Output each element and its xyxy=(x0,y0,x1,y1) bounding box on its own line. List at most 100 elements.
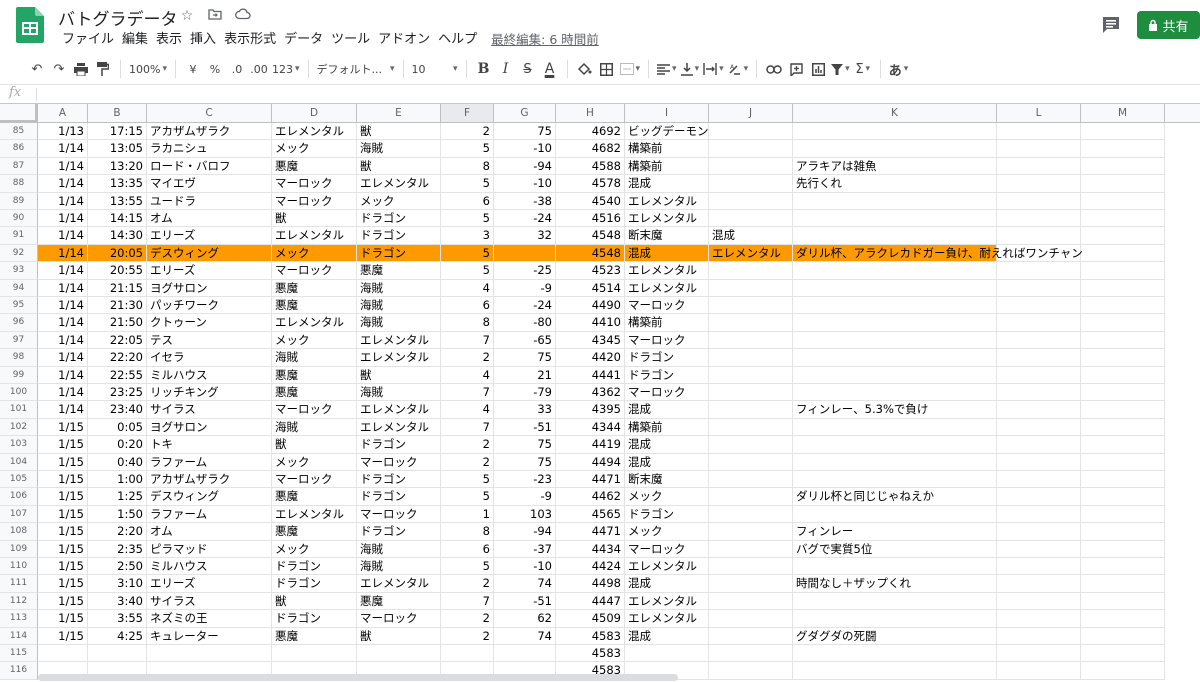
row-header[interactable]: 109 xyxy=(0,540,38,558)
cell-f93[interactable]: 5 xyxy=(441,262,494,280)
font-size-select[interactable]: 10 xyxy=(410,57,460,81)
cell-f98[interactable]: 2 xyxy=(441,349,494,367)
cell-j98[interactable] xyxy=(709,349,793,367)
cell-c106[interactable]: デスウィング xyxy=(147,488,272,506)
cell-e97[interactable]: エレメンタル xyxy=(357,331,441,350)
cell-g87[interactable]: -94 xyxy=(494,157,556,176)
row-header[interactable]: 90 xyxy=(0,210,38,228)
cell-h113[interactable]: 4509 xyxy=(556,610,625,628)
cell-i86[interactable]: 構築前 xyxy=(625,140,709,158)
cell-d111[interactable]: ドラゴン xyxy=(272,575,357,593)
vertical-align-icon[interactable] xyxy=(679,57,702,81)
cell-k115[interactable] xyxy=(793,645,997,663)
menu-addons[interactable]: アドオン xyxy=(374,31,434,49)
cell-l102[interactable] xyxy=(997,418,1081,437)
cell-h107[interactable]: 4565 xyxy=(556,505,625,524)
cell-m99[interactable] xyxy=(1081,366,1165,384)
insert-link-icon[interactable] xyxy=(763,57,785,81)
cell-d94[interactable]: 悪魔 xyxy=(272,279,357,297)
insert-comment-icon[interactable] xyxy=(785,57,807,81)
cell-b115[interactable] xyxy=(88,645,147,663)
cell-c114[interactable]: キュレーター xyxy=(147,627,272,645)
cell-h110[interactable]: 4424 xyxy=(556,558,625,576)
cell-b92[interactable]: 20:05 xyxy=(88,244,147,263)
cell-f96[interactable]: 8 xyxy=(441,314,494,332)
cell-h87[interactable]: 4588 xyxy=(556,157,625,176)
undo-icon[interactable]: ↶ xyxy=(26,57,48,81)
cell-i106[interactable]: メック xyxy=(625,488,709,506)
fill-color-icon[interactable] xyxy=(574,57,596,81)
cell-f99[interactable]: 4 xyxy=(441,366,494,384)
cell-c89[interactable]: ユードラ xyxy=(147,192,272,210)
row-header[interactable]: 108 xyxy=(0,523,38,541)
cell-b88[interactable]: 13:35 xyxy=(88,175,147,193)
cell-c104[interactable]: ラファーム xyxy=(147,453,272,471)
cell-b93[interactable]: 20:55 xyxy=(88,262,147,280)
cell-d103[interactable]: 獣 xyxy=(272,436,357,454)
cell-a87[interactable]: 1/14 xyxy=(38,157,88,176)
cell-d115[interactable] xyxy=(272,645,357,663)
row-header[interactable]: 95 xyxy=(0,297,38,315)
cell-m104[interactable] xyxy=(1081,453,1165,471)
cell-i95[interactable]: マーロック xyxy=(625,297,709,315)
cell-d107[interactable]: エレメンタル xyxy=(272,505,357,524)
cell-b114[interactable]: 4:25 xyxy=(88,627,147,645)
cell-g96[interactable]: -80 xyxy=(494,314,556,332)
cell-k87[interactable]: アラキアは雑魚 xyxy=(793,157,997,176)
cell-k111[interactable]: 時間なし＋ザップくれ xyxy=(793,575,997,593)
cell-f107[interactable]: 1 xyxy=(441,505,494,524)
cell-h99[interactable]: 4441 xyxy=(556,366,625,384)
cell-g109[interactable]: -37 xyxy=(494,540,556,558)
cell-h100[interactable]: 4362 xyxy=(556,384,625,402)
cell-b89[interactable]: 13:55 xyxy=(88,192,147,210)
cell-a103[interactable]: 1/15 xyxy=(38,436,88,454)
cell-l103[interactable] xyxy=(997,436,1081,454)
cell-l97[interactable] xyxy=(997,331,1081,350)
cell-i112[interactable]: エレメンタル xyxy=(625,592,709,611)
cell-e96[interactable]: 海賊 xyxy=(357,314,441,332)
cell-f115[interactable] xyxy=(441,645,494,663)
cell-j99[interactable] xyxy=(709,366,793,384)
cell-k99[interactable] xyxy=(793,366,997,384)
cell-a111[interactable]: 1/15 xyxy=(38,575,88,593)
cell-i111[interactable]: 混成 xyxy=(625,575,709,593)
cell-f100[interactable]: 7 xyxy=(441,384,494,402)
cell-l89[interactable] xyxy=(997,192,1081,210)
cell-l98[interactable] xyxy=(997,349,1081,367)
cell-l116[interactable] xyxy=(997,662,1081,680)
cell-b103[interactable]: 0:20 xyxy=(88,436,147,454)
cell-e88[interactable]: エレメンタル xyxy=(357,175,441,193)
cell-f86[interactable]: 5 xyxy=(441,140,494,158)
cell-l114[interactable] xyxy=(997,627,1081,645)
cell-c90[interactable]: オム xyxy=(147,210,272,228)
row-header[interactable]: 89 xyxy=(0,192,38,210)
cell-h106[interactable]: 4462 xyxy=(556,488,625,506)
row-header[interactable]: 116 xyxy=(0,662,38,680)
cell-c86[interactable]: ラカニシュ xyxy=(147,140,272,158)
cell-g115[interactable] xyxy=(494,645,556,663)
cell-b96[interactable]: 21:50 xyxy=(88,314,147,332)
row-header[interactable]: 85 xyxy=(0,123,38,141)
cell-i99[interactable]: ドラゴン xyxy=(625,366,709,384)
functions-icon[interactable]: Σ xyxy=(852,57,874,81)
cell-i91[interactable]: 断末魔 xyxy=(625,227,709,245)
cell-g99[interactable]: 21 xyxy=(494,366,556,384)
cell-g110[interactable]: -10 xyxy=(494,558,556,576)
row-header[interactable]: 113 xyxy=(0,610,38,628)
cell-c103[interactable]: トキ xyxy=(147,436,272,454)
cell-d108[interactable]: 悪魔 xyxy=(272,523,357,541)
zoom-select[interactable]: 100% xyxy=(127,57,169,81)
cell-m112[interactable] xyxy=(1081,592,1165,611)
column-header-n[interactable] xyxy=(1165,104,1200,123)
cell-c93[interactable]: エリーズ xyxy=(147,262,272,280)
cell-l91[interactable] xyxy=(997,227,1081,245)
cell-a94[interactable]: 1/14 xyxy=(38,279,88,297)
cell-a102[interactable]: 1/15 xyxy=(38,418,88,437)
cell-l95[interactable] xyxy=(997,297,1081,315)
cell-a107[interactable]: 1/15 xyxy=(38,505,88,524)
cell-l94[interactable] xyxy=(997,279,1081,297)
cell-j116[interactable] xyxy=(709,662,793,680)
menu-file[interactable]: ファイル xyxy=(58,31,118,49)
cell-l111[interactable] xyxy=(997,575,1081,593)
cell-f92[interactable]: 5 xyxy=(441,244,494,263)
